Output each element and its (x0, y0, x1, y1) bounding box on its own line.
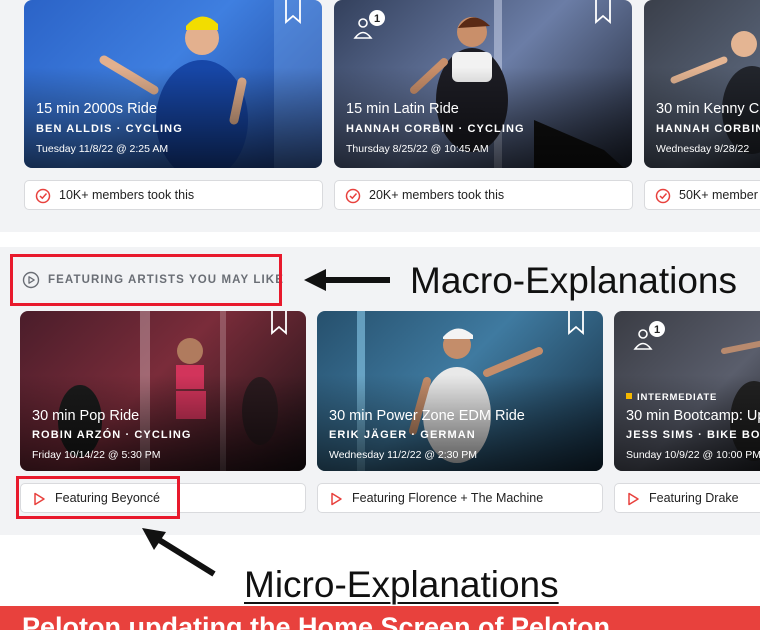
level-dot (626, 393, 632, 399)
class-instructor-discipline: ROBIN ARZÓN · CYCLING (32, 429, 192, 441)
class-date: Tuesday 11/8/22 @ 2:25 AM (36, 143, 169, 155)
class-card[interactable]: 30 min Power Zone EDM Ride ERIK JÄGER · … (317, 311, 603, 471)
class-instructor-discipline: HANNAH CORBIN (656, 123, 760, 135)
level-badge: INTERMEDIATE (626, 392, 717, 403)
check-circle-icon (655, 188, 671, 204)
pill-label: Featuring Drake (649, 491, 739, 505)
check-circle-icon (35, 188, 51, 204)
class-title: 30 min Pop Ride (32, 408, 140, 424)
caption-text: Peloton updating the Home Screen of Pelo… (22, 612, 611, 630)
class-date: Friday 10/14/22 @ 5:30 PM (32, 449, 161, 461)
featuring-artist-pill[interactable]: Featuring Drake (614, 483, 760, 513)
friends-taken-icon: 1 (353, 10, 385, 39)
class-card[interactable]: 15 min 2000s Ride BEN ALLDIS · CYCLING T… (24, 0, 322, 168)
class-date: Wednesday 9/28/22 (656, 143, 750, 155)
pill-label: 10K+ members took this (59, 188, 195, 202)
pill-label: 50K+ member (679, 188, 758, 202)
class-instructor-discipline: BEN ALLDIS · CYCLING (36, 123, 183, 135)
bookmark-icon[interactable] (567, 311, 585, 335)
class-card[interactable]: 30 min Pop Ride ROBIN ARZÓN · CYCLING Fr… (20, 311, 306, 471)
class-date: Sunday 10/9/22 @ 10:00 PM (626, 449, 760, 461)
svg-text:1: 1 (654, 324, 660, 336)
class-title: 15 min 2000s Ride (36, 101, 157, 117)
class-card[interactable]: 30 min Kenny C HANNAH CORBIN Wednesday 9… (644, 0, 760, 168)
members-took-this-pill: 50K+ member (644, 180, 760, 210)
class-title: 15 min Latin Ride (346, 101, 459, 117)
class-date: Wednesday 11/2/22 @ 2:30 PM (329, 449, 478, 461)
micro-explanation-highlight (16, 476, 180, 519)
check-circle-icon (345, 188, 361, 204)
class-instructor-discipline: JESS SIMS · BIKE BOO (626, 429, 760, 441)
class-card[interactable]: 1 INTERMEDIATE 30 min Bootcamp: Up JESS … (614, 311, 760, 471)
pill-label: 20K+ members took this (369, 188, 505, 202)
friends-taken-icon: 1 (633, 321, 665, 350)
svg-text:1: 1 (374, 13, 380, 25)
members-took-this-pill: 10K+ members took this (24, 180, 323, 210)
class-title: 30 min Kenny C (656, 101, 760, 117)
level-label: INTERMEDIATE (637, 392, 718, 403)
caption-banner: Peloton updating the Home Screen of Pelo… (0, 606, 760, 630)
bookmark-icon[interactable] (594, 0, 612, 24)
macro-explanations-label: Macro-Explanations (410, 260, 737, 301)
left-arrow-icon (304, 269, 390, 291)
recommended-row: 15 min 2000s Ride BEN ALLDIS · CYCLING T… (0, 0, 760, 232)
bookmark-icon[interactable] (270, 311, 288, 335)
micro-explanations-label: Micro-Explanations (244, 564, 559, 605)
class-instructor-discipline: HANNAH CORBIN · CYCLING (346, 123, 525, 135)
macro-explanation-highlight (10, 254, 282, 306)
class-card[interactable]: 1 15 min Latin Ride HANNAH CORBIN · CYCL… (334, 0, 632, 168)
members-took-this-pill: 20K+ members took this (334, 180, 633, 210)
class-instructor-discipline: ERIK JÄGER · GERMAN (329, 429, 476, 441)
class-date: Thursday 8/25/22 @ 10:45 AM (346, 143, 489, 155)
play-icon (331, 492, 342, 506)
play-icon (628, 492, 639, 506)
class-title: 30 min Bootcamp: Up (626, 408, 760, 424)
bookmark-icon[interactable] (284, 0, 302, 24)
featuring-artist-pill[interactable]: Featuring Florence + The Machine (317, 483, 603, 513)
up-left-arrow-icon (142, 528, 216, 577)
pill-label: Featuring Florence + The Machine (352, 491, 544, 505)
class-title: 30 min Power Zone EDM Ride (329, 408, 525, 424)
